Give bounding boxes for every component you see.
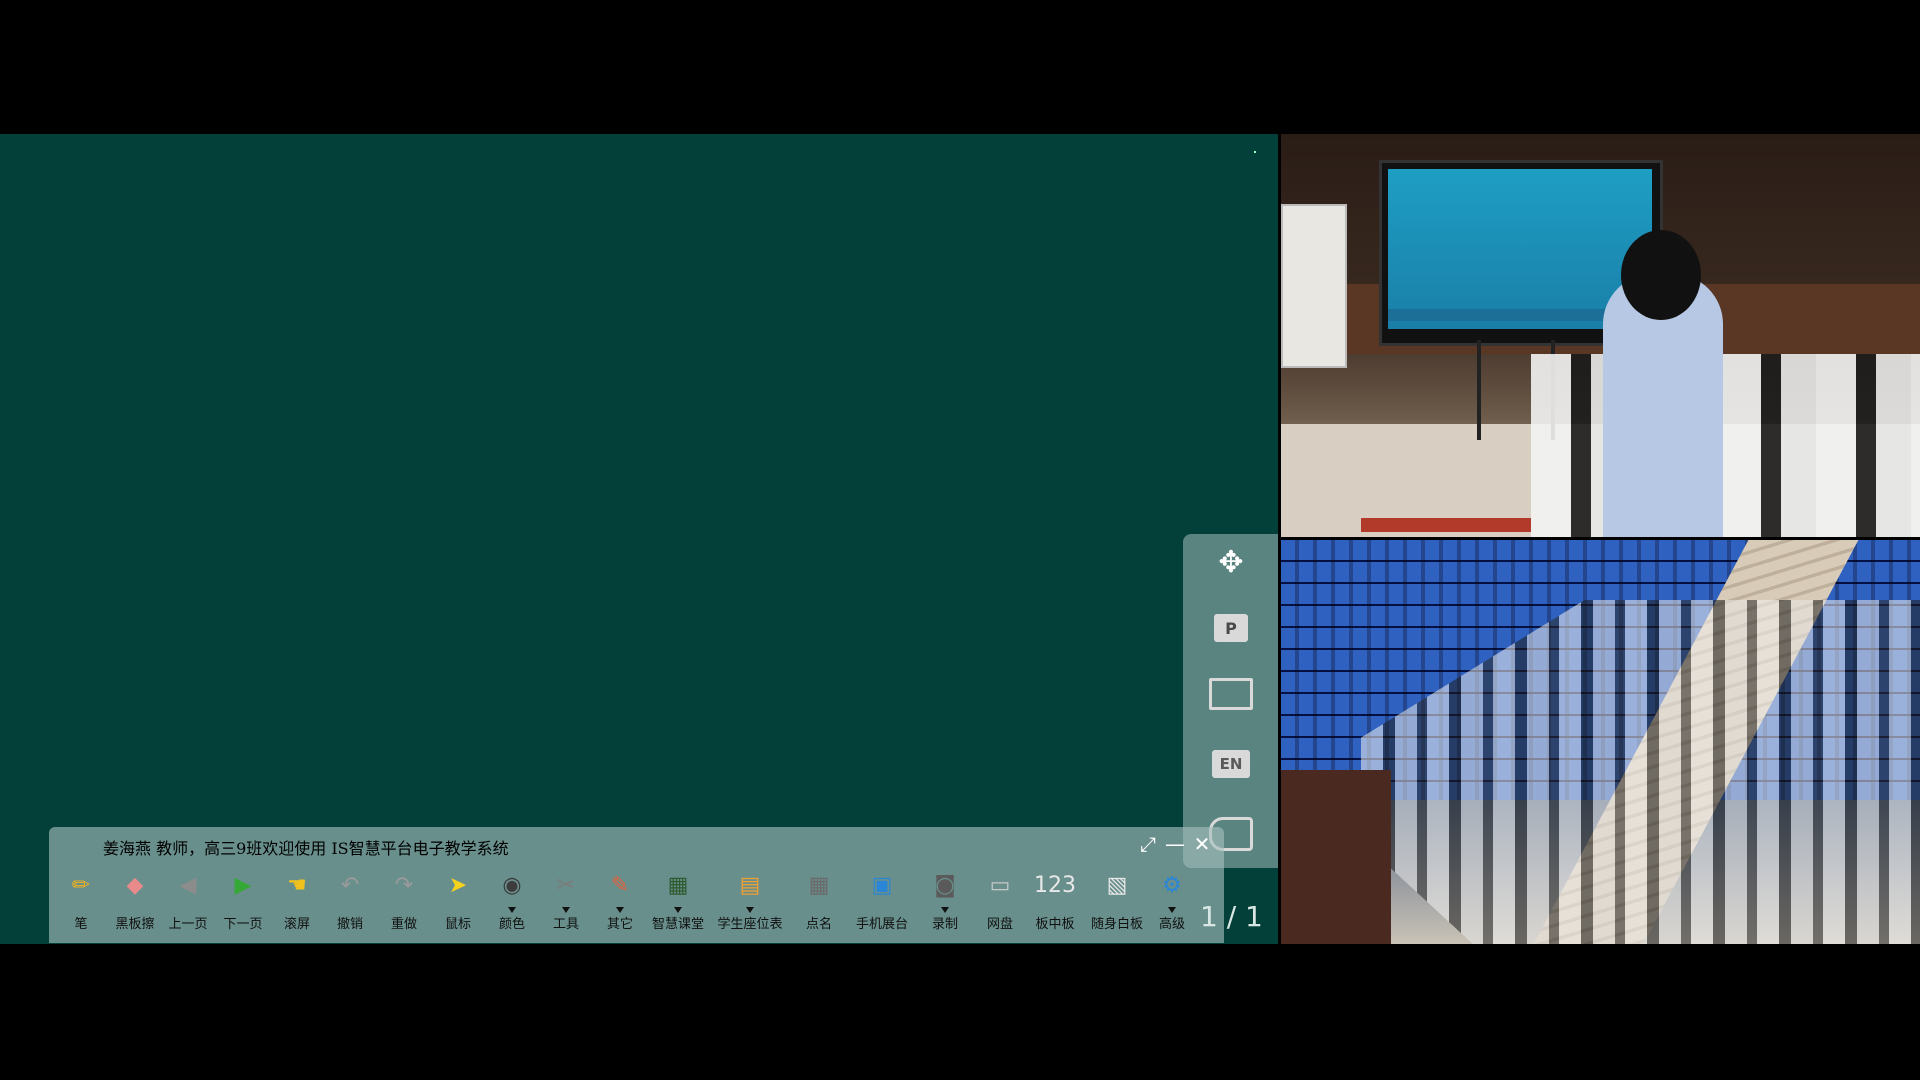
tool-board-in-board[interactable]: 123 板中板	[1027, 863, 1083, 941]
tool-record[interactable]: ◙ 录制	[917, 863, 973, 941]
tool-label: 下一页	[223, 917, 263, 932]
display-toolbar	[1388, 309, 1636, 321]
tool-label: 板中板	[1035, 917, 1075, 932]
tool-label: 滚屏	[283, 917, 310, 932]
tool-smart-class[interactable]: ▦ 智慧课堂	[647, 863, 709, 941]
seat-chart-icon: ▤	[739, 872, 761, 898]
dropdown-arrow-icon	[616, 907, 624, 913]
teacher-head	[1621, 230, 1701, 320]
front-students	[1531, 354, 1920, 537]
tool-label: 黑板擦	[115, 917, 155, 932]
tool-label: 鼠标	[444, 917, 471, 932]
teaching-toolbar: 姜海燕 教师，高三9班欢迎使用 IS智慧平台电子教学系统 ⤢ — ✕ ✏ 笔 ◆ 黑板…	[49, 827, 1224, 943]
tool-next-page[interactable]: ▶ 下一页	[215, 863, 271, 941]
tool-label: 网盘	[986, 917, 1013, 932]
pencil-icon: ✏	[71, 872, 91, 898]
phone-booth-icon: ▣	[871, 872, 893, 898]
tool-tools[interactable]: ✂ 工具	[539, 863, 593, 941]
tool-roll-call[interactable]: ▦ 点名	[791, 863, 847, 941]
english-icon[interactable]: EN	[1209, 744, 1253, 784]
dropdown-arrow-icon	[674, 907, 682, 913]
classroom-camera-feed	[1281, 540, 1920, 944]
whiteboard-stand	[1281, 204, 1347, 368]
tools-icon: ✂	[556, 872, 576, 898]
tool-undo[interactable]: ↶ 撤销	[323, 863, 377, 941]
board-mark	[1254, 151, 1256, 153]
stage-sign	[1361, 518, 1531, 532]
tool-label: 手机展台	[855, 917, 908, 932]
tool-label: 撤销	[336, 917, 363, 932]
record-icon: ◙	[934, 872, 956, 898]
tool-hand[interactable]: ☚ 滚屏	[271, 863, 323, 941]
tool-cloud-drive[interactable]: ▭ 网盘	[973, 863, 1027, 941]
other-icon: ✎	[610, 872, 630, 898]
tool-portable-whiteboard[interactable]: ▧ 随身白板	[1083, 863, 1151, 941]
tool-list: ✏ 笔 ◆ 黑板擦 ◀ 上一页 ▶ 下一页 ☚ 滚屏 ↶ 撤销 ↷ 重做 ➤ 鼠标 ◉ 颜色 ✂ 工具 ✎ 其它 ▦ 智慧课堂…	[53, 863, 1193, 941]
tool-pencil[interactable]: ✏ 笔	[53, 863, 109, 941]
dropdown-arrow-icon	[746, 907, 754, 913]
tool-label: 其它	[606, 917, 633, 932]
dropdown-arrow-icon	[1168, 907, 1176, 913]
color-palette-icon: ◉	[502, 872, 522, 898]
presentation-screen-icon[interactable]	[1209, 674, 1253, 714]
tool-color-palette[interactable]: ◉ 颜色	[485, 863, 539, 941]
tool-label: 点名	[805, 917, 832, 932]
advanced-settings-icon: ⚙	[1162, 872, 1182, 898]
ppt-icon[interactable]: P	[1209, 608, 1253, 648]
tool-other[interactable]: ✎ 其它	[593, 863, 647, 941]
dropdown-arrow-icon	[941, 907, 949, 913]
tool-label: 学生座位表	[717, 917, 783, 932]
toolbar-title: 姜海燕 教师，高三9班欢迎使用 IS智慧平台电子教学系统	[103, 839, 509, 858]
cloud-drive-icon: ▭	[989, 872, 1011, 898]
tool-redo[interactable]: ↷ 重做	[377, 863, 431, 941]
dropdown-arrow-icon	[508, 907, 516, 913]
tool-phone-booth[interactable]: ▣ 手机展台	[847, 863, 917, 941]
blackboard-canvas[interactable]	[0, 134, 1278, 944]
next-page-icon: ▶	[234, 872, 252, 898]
side-panel: ✥ P EN	[1183, 534, 1278, 868]
tool-cursor[interactable]: ➤ 鼠标	[431, 863, 485, 941]
move-icon[interactable]: ✥	[1209, 542, 1253, 582]
undo-icon: ↶	[340, 872, 360, 898]
tool-label: 随身白板	[1090, 917, 1143, 932]
tool-seat-chart[interactable]: ▤ 学生座位表	[709, 863, 791, 941]
smart-class-icon: ▦	[667, 872, 689, 898]
tool-label: 上一页	[168, 917, 208, 932]
tool-label: 录制	[931, 917, 958, 932]
teacher-camera-feed	[1281, 134, 1920, 537]
front-desk	[1281, 770, 1391, 944]
minimize-icon[interactable]: —	[1164, 833, 1186, 855]
board-in-board-icon: 123	[1034, 872, 1076, 898]
tool-prev-page[interactable]: ◀ 上一页	[161, 863, 215, 941]
tool-eraser[interactable]: ◆ 黑板擦	[109, 863, 161, 941]
hand-icon: ☚	[287, 872, 307, 898]
tool-label: 颜色	[498, 917, 525, 932]
tool-label: 工具	[552, 917, 579, 932]
close-icon[interactable]: ✕	[1191, 833, 1213, 855]
tool-label: 智慧课堂	[651, 917, 704, 932]
cursor-icon: ➤	[448, 872, 468, 898]
eraser-icon: ◆	[126, 872, 144, 898]
roll-call-icon: ▦	[808, 872, 830, 898]
page-indicator: 1 / 1	[1200, 900, 1263, 933]
prev-page-icon: ◀	[179, 872, 197, 898]
tool-advanced-settings[interactable]: ⚙ 高级	[1151, 863, 1193, 941]
tool-label: 高级	[1158, 917, 1185, 932]
expand-icon[interactable]: ⤢	[1137, 833, 1159, 855]
tool-label: 重做	[390, 917, 417, 932]
redo-icon: ↷	[394, 872, 414, 898]
portable-whiteboard-icon: ▧	[1106, 872, 1128, 898]
tool-label: 笔	[74, 917, 88, 932]
dropdown-arrow-icon	[562, 907, 570, 913]
